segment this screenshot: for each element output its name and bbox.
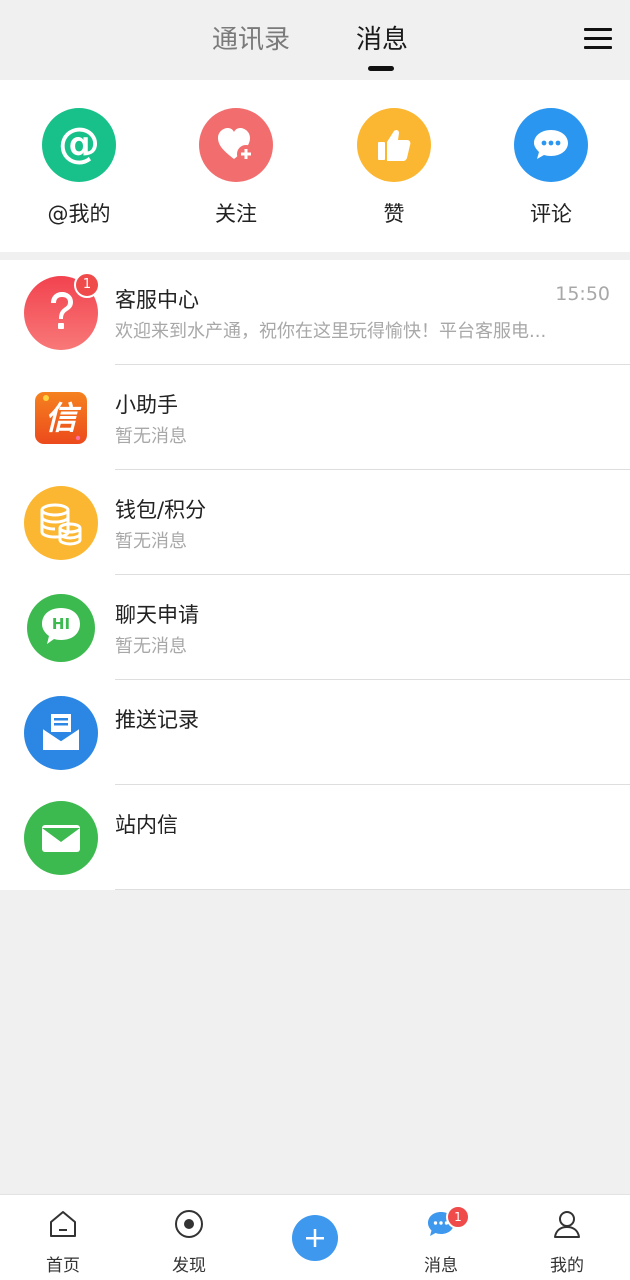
- hi-chat-icon: HI: [24, 591, 98, 665]
- header: 通讯录 消息: [0, 0, 630, 80]
- tabbar-label: 我的: [550, 1256, 584, 1276]
- at-icon: @: [42, 108, 116, 182]
- quick-action-label: @我的: [47, 202, 111, 226]
- list-item-assistant[interactable]: 信 小助手 暂无消息: [0, 365, 630, 470]
- conversation-preview: 暂无消息: [115, 636, 187, 657]
- inbox-icon: [24, 696, 98, 770]
- home-icon: [48, 1209, 78, 1239]
- conversation-time: 15:50: [555, 283, 610, 305]
- coin-stack-icon: [24, 486, 98, 560]
- chat-bubble-icon: [514, 108, 588, 182]
- quick-action-likes[interactable]: 赞: [334, 108, 454, 228]
- quick-action-label: 评论: [530, 202, 572, 226]
- hi-chat-text: HI: [51, 615, 71, 633]
- discover-icon: [174, 1209, 204, 1239]
- conversation-preview: 暂无消息: [115, 531, 187, 552]
- tab-messages[interactable]: 消息: [356, 22, 408, 58]
- tabbar-label: 发现: [172, 1256, 206, 1276]
- bottom-tab-bar: 首页 发现 1 消息 我的: [0, 1194, 630, 1280]
- active-tab-indicator: [368, 66, 394, 71]
- list-item-chat-requests[interactable]: HI 聊天申请 暂无消息: [0, 575, 630, 680]
- quick-action-mentions[interactable]: @ @我的: [19, 108, 139, 228]
- xin-logo-text: 信: [44, 399, 77, 437]
- list-item-push-records[interactable]: 推送记录: [0, 680, 630, 785]
- xin-logo-icon: 信: [24, 381, 98, 455]
- conversation-title: 钱包/积分: [115, 498, 207, 522]
- envelope-icon: [24, 801, 98, 875]
- conversation-title: 客服中心: [115, 288, 199, 312]
- unread-badge: 1: [446, 1205, 470, 1229]
- divider: [115, 889, 630, 890]
- quick-action-follow[interactable]: 关注: [176, 108, 296, 228]
- conversation-preview: 暂无消息: [115, 426, 187, 447]
- thumbs-up-icon: [357, 108, 431, 182]
- tabbar-item-messages[interactable]: 1 消息: [378, 1195, 504, 1280]
- quick-action-label: 关注: [215, 202, 257, 226]
- tabbar-label: 消息: [424, 1256, 458, 1276]
- conversation-title: 聊天申请: [115, 603, 199, 627]
- conversation-title: 站内信: [115, 813, 178, 837]
- tabbar-label: 首页: [46, 1256, 80, 1276]
- plus-icon[interactable]: [292, 1215, 338, 1261]
- tabbar-item-discover[interactable]: 发现: [126, 1195, 252, 1280]
- tabbar-item-profile[interactable]: 我的: [504, 1195, 630, 1280]
- question-mark-icon: 1: [24, 272, 100, 350]
- quick-action-comments[interactable]: 评论: [491, 108, 611, 228]
- conversation-title: 推送记录: [115, 708, 199, 732]
- unread-badge: 1: [74, 272, 100, 298]
- list-item-customer-service[interactable]: 1 客服中心 15:50 欢迎来到水产通，祝你在这里玩得愉快！平台客服电...: [0, 260, 630, 365]
- conversation-title: 小助手: [115, 393, 178, 417]
- profile-icon: [552, 1209, 582, 1239]
- tab-contacts[interactable]: 通讯录: [212, 22, 290, 58]
- hamburger-menu-icon[interactable]: [584, 26, 612, 52]
- quick-action-label: 赞: [383, 202, 405, 226]
- list-item-wallet[interactable]: 钱包/积分 暂无消息: [0, 470, 630, 575]
- quick-actions-bar: @ @我的 关注 赞 评论: [0, 80, 630, 252]
- conversation-list: 1 客服中心 15:50 欢迎来到水产通，祝你在这里玩得愉快！平台客服电... …: [0, 260, 630, 890]
- heart-plus-icon: [199, 108, 273, 182]
- conversation-preview: 欢迎来到水产通，祝你在这里玩得愉快！平台客服电...: [115, 321, 547, 342]
- tabbar-item-home[interactable]: 首页: [0, 1195, 126, 1280]
- list-item-site-mail[interactable]: 站内信: [0, 785, 630, 890]
